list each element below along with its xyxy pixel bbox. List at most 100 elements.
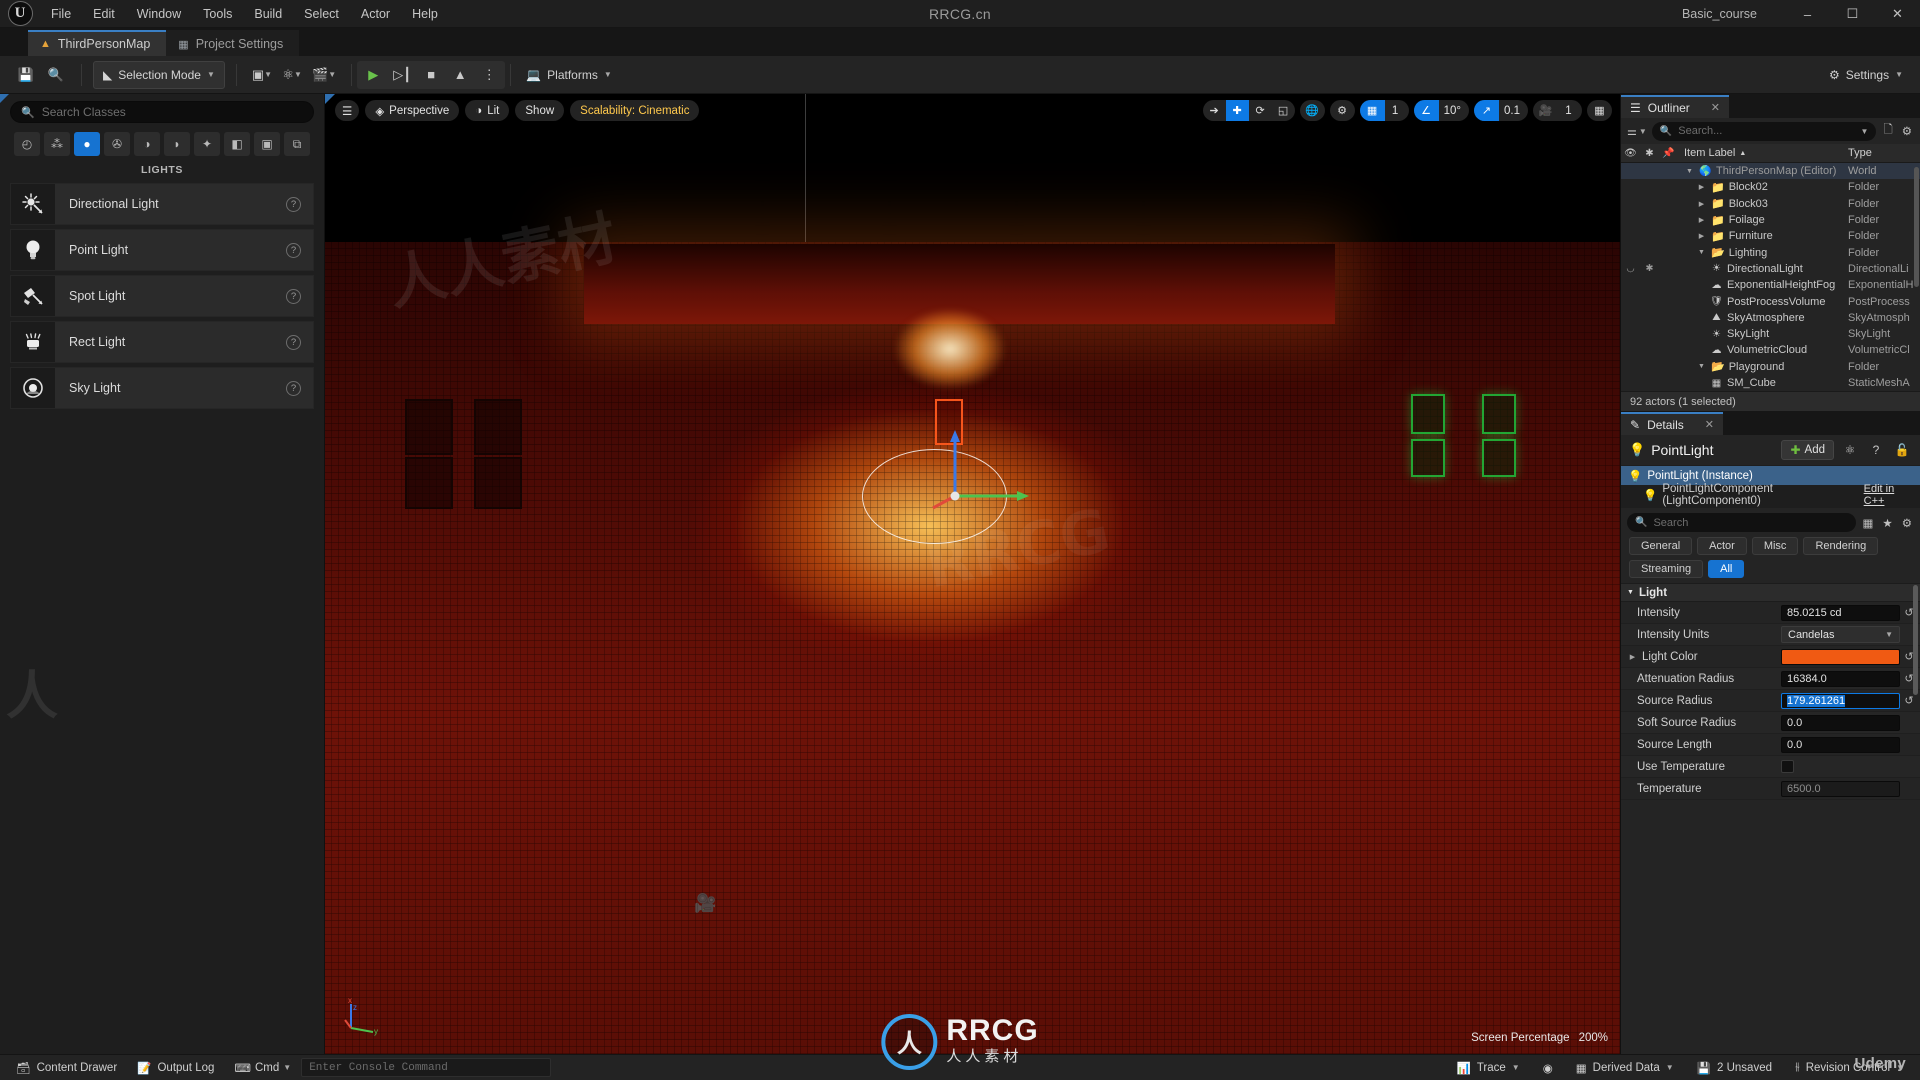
help-icon[interactable]: ? (286, 288, 301, 304)
menu-edit[interactable]: Edit (82, 3, 126, 25)
save-icon[interactable]: 💾 (12, 61, 40, 89)
surface-snap-icon[interactable]: ⚙ (1329, 100, 1355, 121)
outliner-scrollbar[interactable] (1914, 167, 1919, 287)
play-icon[interactable]: ▶ (359, 62, 387, 88)
help-icon[interactable]: ? (286, 380, 301, 396)
geometry-icon[interactable]: ◗ (164, 132, 190, 156)
tab-outliner[interactable]: ☰ Outliner ✕ (1621, 95, 1730, 118)
scalability-button[interactable]: Scalability: Cinematic (570, 100, 700, 121)
outliner-search-input[interactable]: 🔍 Search... ▼ (1651, 121, 1877, 141)
viewport-menu-icon[interactable]: ☰ (335, 100, 360, 121)
menu-file[interactable]: File (40, 3, 82, 25)
eject-icon[interactable]: ▲ (446, 62, 474, 88)
perspective-button[interactable]: ◈ Perspective (365, 100, 460, 121)
grid-snap-value[interactable]: 1 (1385, 105, 1409, 117)
view-mode-button[interactable]: ◑ Lit (465, 100, 510, 121)
eye-icon[interactable]: 👁 (1621, 148, 1640, 159)
lights-icon[interactable]: ● (74, 132, 100, 156)
table-row[interactable]: ☁ VolumetricCloud VolumetricCl (1621, 342, 1920, 358)
skip-icon[interactable]: ▷┃ (388, 62, 416, 88)
selection-mode-button[interactable]: ◣ Selection Mode ▼ (93, 60, 225, 89)
table-row[interactable]: ▶ 📁 Block03 Folder (1621, 196, 1920, 212)
table-row[interactable]: ☀ SkyLight SkyLight (1621, 326, 1920, 342)
table-row[interactable]: ▶ 📁 Furniture Folder (1621, 228, 1920, 244)
filter-icon[interactable]: ⚌ ▼ (1627, 125, 1647, 138)
edit-in-cpp-link[interactable]: Edit in C++ (1864, 483, 1914, 507)
add-folder-icon[interactable]: 🗋 (1881, 120, 1894, 143)
table-row[interactable]: ▦ SM_Cube StaticMeshA (1621, 375, 1920, 391)
close-button[interactable]: ✕ (1875, 0, 1920, 28)
column-settings-icon[interactable]: ▦ (1861, 514, 1876, 532)
volumes-icon[interactable]: ✦ (194, 132, 220, 156)
expander-icon[interactable]: ▶ (1696, 200, 1707, 208)
list-item-directional-light[interactable]: Directional Light ? (10, 183, 314, 225)
favorite-icon[interactable]: ★ (1880, 514, 1894, 532)
menu-window[interactable]: Window (126, 3, 192, 25)
expander-icon[interactable]: ▼ (1684, 168, 1695, 175)
help-icon[interactable]: ? (286, 196, 301, 212)
menu-actor[interactable]: Actor (350, 3, 401, 25)
reset-icon[interactable]: ↺ (1900, 694, 1918, 707)
visual-effects-icon[interactable]: ◑ (134, 132, 160, 156)
attenuation-radius-input[interactable]: 16384.0 (1781, 670, 1900, 687)
all-classes-icon[interactable]: ◧ (224, 132, 250, 156)
outliner-settings-icon[interactable]: ⚙ (1900, 122, 1914, 140)
output-log-button[interactable]: 📝 Output Log (127, 1057, 224, 1079)
scale-snap-icon[interactable]: ↗ (1474, 100, 1499, 121)
details-search-input[interactable]: 🔍 Search (1627, 513, 1856, 533)
table-row[interactable]: ▼ 📂 Lighting Folder (1621, 244, 1920, 260)
grid-snap-control[interactable]: ▦ 1 (1359, 100, 1409, 121)
table-row[interactable]: ⛰ SkyAtmosphere SkyAtmosph (1621, 310, 1920, 326)
basic-icon[interactable]: ⁂ (44, 132, 70, 156)
details-scrollbar[interactable] (1913, 585, 1918, 696)
cinematics-icon[interactable]: 🎬 ▼ (308, 61, 340, 89)
list-item-spot-light[interactable]: Spot Light ? (10, 275, 314, 317)
recently-placed-icon[interactable]: ◴ (14, 132, 40, 156)
table-row[interactable]: ☁ ExponentialHeightFog ExponentialH (1621, 277, 1920, 293)
expander-icon[interactable]: ▶ (1696, 216, 1707, 224)
browse-content-icon[interactable]: 🔍 (42, 61, 70, 89)
scale-gizmo-icon[interactable]: ◱ (1272, 100, 1295, 121)
revision-control-button[interactable]: ⫳ Revision Control ▼ (1785, 1057, 1914, 1079)
shapes-icon[interactable]: ▣ (254, 132, 280, 156)
layers-icon[interactable]: ⧉ (284, 132, 310, 156)
filter-all[interactable]: All (1708, 560, 1745, 579)
maximize-viewport-icon[interactable]: ▦ (1587, 100, 1612, 121)
angle-snap-control[interactable]: ∠ 10° (1413, 100, 1469, 121)
close-icon[interactable]: ✕ (1705, 418, 1714, 431)
content-drawer-button[interactable]: 🗃 Content Drawer (6, 1057, 127, 1079)
move-gizmo-icon[interactable]: ✚ (1225, 100, 1249, 121)
tab-project-settings[interactable]: ▦ Project Settings (166, 30, 300, 56)
component-row-pointlightcomponent[interactable]: 💡 PointLightComponent (LightComponent0) … (1621, 483, 1920, 507)
eye-icon[interactable]: ◡ (1621, 263, 1640, 274)
table-row[interactable]: ▶ 📁 Block02 Folder (1621, 179, 1920, 195)
filter-streaming[interactable]: Streaming (1629, 560, 1704, 579)
filter-actor[interactable]: Actor (1697, 537, 1747, 556)
platforms-button[interactable]: 💻 Platforms ▼ (516, 61, 622, 89)
derived-data-button[interactable]: ▦ Derived Data ▼ (1566, 1057, 1684, 1079)
record-icon[interactable]: ◉ (1533, 1057, 1563, 1079)
close-icon[interactable]: ✕ (1711, 101, 1720, 114)
expander-icon[interactable]: ▶ (1696, 183, 1707, 191)
transform-gizmo[interactable] (925, 424, 1045, 514)
trace-button[interactable]: 📊 Trace ▼ (1446, 1057, 1529, 1079)
pin-icon[interactable]: 📌 (1659, 148, 1678, 159)
source-radius-input[interactable]: 179.261261 (1781, 692, 1900, 709)
grid-snap-icon[interactable]: ▦ (1359, 100, 1385, 121)
console-command-input[interactable]: Enter Console Command (301, 1058, 552, 1077)
camera-speed-control[interactable]: 🎥 1 (1533, 100, 1582, 121)
light-color-swatch[interactable] (1781, 648, 1900, 665)
add-actor-icon[interactable]: ▣ ▼ (248, 61, 276, 89)
world-coordinates-icon[interactable]: 🌐 (1299, 100, 1325, 121)
unreal-logo[interactable]: U (0, 0, 40, 28)
scale-snap-control[interactable]: ↗ 0.1 (1474, 100, 1528, 121)
rotate-gizmo-icon[interactable]: ⟳ (1249, 100, 1272, 121)
cinematic-icon[interactable]: ✇ (104, 132, 130, 156)
list-item-rect-light[interactable]: Rect Light ? (10, 321, 314, 363)
blueprints-icon[interactable]: ⚛ ▼ (278, 61, 306, 89)
minimize-button[interactable]: – (1785, 0, 1830, 28)
list-item-sky-light[interactable]: Sky Light ? (10, 367, 314, 409)
add-component-button[interactable]: ✚ Add (1781, 440, 1834, 461)
star-icon[interactable]: ✱ (1640, 148, 1659, 159)
intensity-units-select[interactable]: Candelas ▼ (1781, 626, 1900, 644)
